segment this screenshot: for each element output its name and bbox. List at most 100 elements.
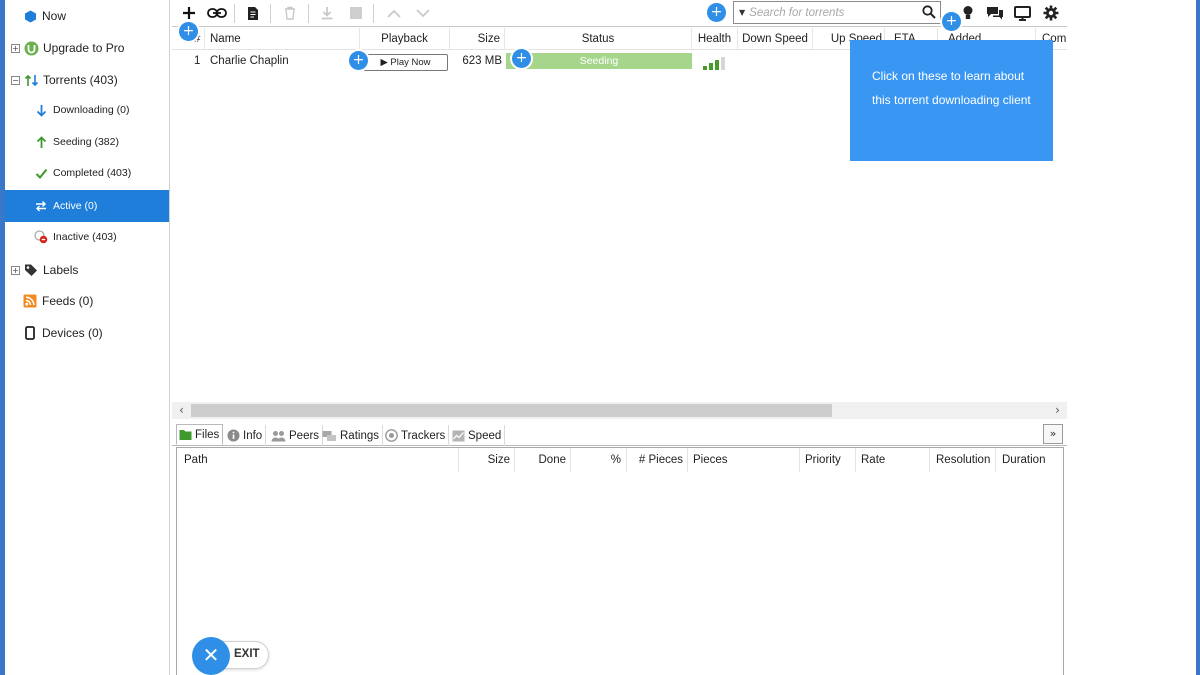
row-index: 1 <box>194 55 201 67</box>
tab-label: Peers <box>289 429 320 442</box>
chevron-down-icon <box>416 8 430 17</box>
column-header-file-size[interactable]: Size <box>459 448 515 472</box>
start-download-button[interactable] <box>316 3 338 23</box>
device-icon <box>22 325 38 341</box>
arrow-up-icon <box>33 134 49 150</box>
tag-icon <box>23 262 39 278</box>
tab-label: Info <box>243 429 263 442</box>
chevron-up-icon <box>387 9 401 18</box>
sidebar-item-label: Downloading (0) <box>53 104 130 116</box>
scrollbar-thumb[interactable] <box>191 404 832 417</box>
expand-icon[interactable]: + <box>11 265 20 275</box>
column-header-duration[interactable]: Duration <box>996 448 1063 472</box>
remote-button[interactable] <box>1011 3 1033 23</box>
create-torrent-button[interactable] <box>242 3 264 23</box>
column-header-done[interactable]: Done <box>515 448 571 472</box>
horizontal-scrollbar[interactable]: ‹ › <box>172 402 1067 419</box>
tab-trackers[interactable]: Trackers <box>383 425 450 446</box>
hint-dot-add[interactable]: + <box>179 22 198 41</box>
speed-chart-icon <box>452 429 465 442</box>
download-icon <box>321 7 333 20</box>
sidebar-item-downloading[interactable]: Downloading (0) <box>5 95 169 125</box>
sidebar-item-label: Torrents (403) <box>43 73 118 87</box>
settings-button[interactable] <box>1040 3 1062 23</box>
move-down-button[interactable] <box>412 3 434 23</box>
stop-button[interactable] <box>345 3 367 23</box>
column-header-resolution[interactable]: Resolution <box>930 448 996 472</box>
sidebar-item-upgrade[interactable]: + Upgrade to Pro <box>5 33 169 63</box>
sidebar: Now + Upgrade to Pro − Torrents (403) Do… <box>5 0 170 675</box>
tooltip-text: Click on these to learn about this torre… <box>872 69 1031 107</box>
close-icon[interactable]: ✕ <box>192 637 230 675</box>
tab-peers[interactable]: Peers <box>269 425 324 446</box>
play-now-button[interactable]: ▶ Play Now <box>363 54 448 71</box>
tab-ratings[interactable]: Ratings <box>320 425 383 446</box>
sidebar-item-feeds[interactable]: Feeds (0) <box>5 286 169 316</box>
chat-icon <box>987 6 1003 19</box>
hint-dot-status[interactable]: + <box>512 49 531 68</box>
tab-files[interactable]: Files <box>176 424 224 445</box>
arrow-down-icon <box>33 102 49 118</box>
search-input[interactable] <box>749 6 910 19</box>
add-icon <box>183 7 195 19</box>
add-torrent-button[interactable] <box>178 3 200 23</box>
search-icon[interactable] <box>922 5 936 22</box>
column-header-num-pieces[interactable]: # Pieces <box>627 448 688 472</box>
row-size: 623 MB <box>462 55 502 67</box>
column-header-health[interactable]: Health <box>692 28 738 50</box>
rss-icon <box>22 293 38 309</box>
sidebar-item-label: Labels <box>43 263 79 277</box>
utorrent-logo-icon <box>23 40 39 56</box>
toolbar-separator <box>234 4 235 23</box>
tab-label: Speed <box>468 429 502 442</box>
tab-speed[interactable]: Speed <box>450 425 506 446</box>
scroll-left-icon[interactable]: ‹ <box>173 402 190 419</box>
hint-dot-features[interactable]: + <box>942 12 961 31</box>
column-header-path[interactable]: Path <box>177 448 459 472</box>
checkmark-icon <box>33 165 49 181</box>
toolbar-separator <box>373 4 374 23</box>
tooltip-hint: Click on these to learn about this torre… <box>850 40 1053 161</box>
tab-label: Ratings <box>340 429 379 442</box>
sidebar-item-completed[interactable]: Completed (403) <box>5 158 169 188</box>
column-header-down-speed[interactable]: Down Speed <box>738 28 813 50</box>
expand-icon[interactable]: + <box>11 43 20 53</box>
sidebar-item-devices[interactable]: Devices (0) <box>5 318 169 348</box>
sidebar-item-inactive[interactable]: Inactive (403) <box>5 222 169 252</box>
column-header-percent[interactable]: % <box>571 448 627 472</box>
tab-label: Files <box>195 428 220 441</box>
search-provider-dropdown-icon[interactable]: ▼ <box>739 8 745 17</box>
scroll-right-icon[interactable]: › <box>1049 402 1066 419</box>
sidebar-item-label: Inactive (403) <box>53 231 117 243</box>
add-link-button[interactable] <box>206 3 228 23</box>
tab-info[interactable]: Info <box>225 425 267 446</box>
link-icon <box>207 8 227 18</box>
column-header-playback[interactable]: Playback <box>360 28 450 50</box>
blue-hexagon-icon <box>22 8 38 24</box>
move-up-button[interactable] <box>383 3 405 23</box>
remove-button[interactable] <box>279 3 301 23</box>
chat-button[interactable] <box>984 3 1006 23</box>
column-header-size[interactable]: Size <box>450 28 505 50</box>
sidebar-item-label: Completed (403) <box>53 167 132 179</box>
column-header-status[interactable]: Status <box>505 28 692 50</box>
column-header-name[interactable]: Name <box>205 28 360 50</box>
sidebar-item-label: Devices (0) <box>42 326 103 340</box>
window-right-edge <box>1196 0 1200 675</box>
sidebar-item-torrents[interactable]: − Torrents (403) <box>5 65 169 95</box>
column-header-pieces[interactable]: Pieces <box>688 448 800 472</box>
hint-dot-playback[interactable]: + <box>349 51 368 70</box>
exit-label[interactable]: EXIT <box>234 648 260 660</box>
sidebar-item-label: Active (0) <box>53 200 98 212</box>
sidebar-item-labels[interactable]: + Labels <box>5 255 169 285</box>
double-chevron-down-icon: » <box>1049 427 1057 440</box>
sidebar-item-now[interactable]: Now <box>5 1 169 31</box>
column-header-priority[interactable]: Priority <box>800 448 856 472</box>
collapse-panel-button[interactable]: » <box>1043 424 1063 444</box>
trash-icon <box>285 6 295 20</box>
sidebar-item-seeding[interactable]: Seeding (382) <box>5 127 169 157</box>
column-header-rate[interactable]: Rate <box>856 448 930 472</box>
collapse-icon[interactable]: − <box>11 75 20 85</box>
hint-dot-search[interactable]: + <box>707 3 726 22</box>
sidebar-item-active[interactable]: Active (0) <box>5 190 169 222</box>
